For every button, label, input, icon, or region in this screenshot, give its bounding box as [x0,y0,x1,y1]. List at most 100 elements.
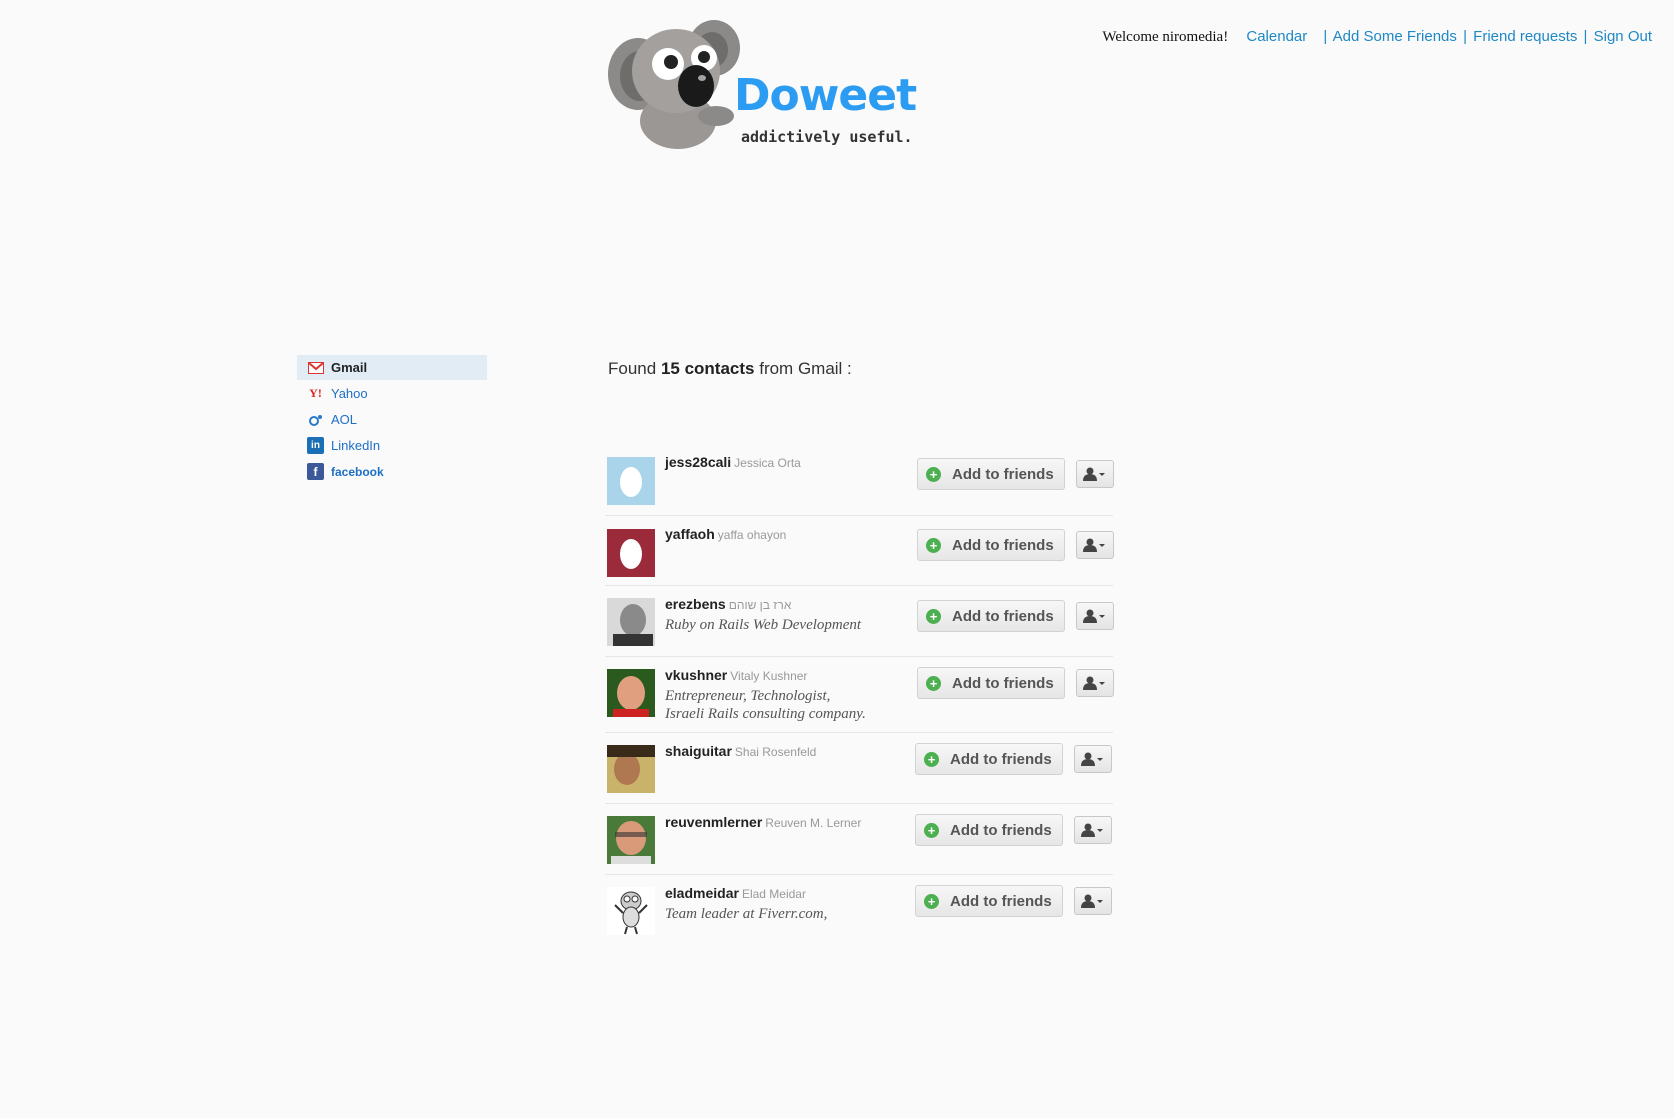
contact-real-name: Elad Meidar [741,887,806,901]
contact-menu-button[interactable] [1076,460,1114,488]
sidebar-item-label: AOL [331,412,358,427]
nav-separator: | [1583,28,1588,45]
sidebar-item-facebook[interactable]: f facebook [297,459,487,484]
contact-info: vkushner Vitaly Kushner Entrepreneur, Tec… [665,667,905,723]
contact-real-name: Reuven M. Lerner [765,816,862,830]
contact-info: shaiguitar Shai Rosenfeld [665,743,905,761]
contact-menu-button[interactable] [1074,745,1112,773]
contact-username[interactable]: jess28cali [665,454,731,470]
contact-bio: Ruby on Rails Web Development [665,617,862,633]
contact-row: reuvenmlerner Reuven M. Lerner + Add to f… [605,804,1113,875]
user-dropdown-icon [1081,894,1103,908]
add-to-friends-button[interactable]: + Add to friends [917,458,1065,490]
user-dropdown-icon [1081,823,1103,837]
yahoo-icon: Y! [309,386,322,400]
doweet-logo[interactable]: Doweet addictively useful. [606,16,926,150]
contact-username[interactable]: vkushner [665,667,727,683]
cartoon-avatar [607,887,655,935]
contact-bio: Entrepreneur, Technologist, [665,688,831,704]
user-dropdown-icon [1083,609,1105,623]
plus-icon: + [924,822,939,838]
sidebar-item-yahoo[interactable]: Y! Yahoo [297,381,487,406]
contact-username[interactable]: reuvenmlerner [665,814,762,830]
plus-icon: + [926,537,941,553]
plus-icon: + [926,466,941,482]
add-to-friends-button[interactable]: + Add to friends [915,743,1063,775]
found-contacts-heading: Found 15 contacts from Gmail : [608,359,852,379]
add-to-friends-button[interactable]: + Add to friends [915,814,1063,846]
add-to-friends-button[interactable]: + Add to friends [917,600,1065,632]
contact-row: jess28cali Jessica Orta + Add to friends [605,448,1114,516]
found-suffix: from Gmail : [759,359,852,378]
welcome-text: Welcome niromedia! [1102,29,1229,45]
contact-info: erezbens ארז בן שוהם Ruby on Rails Web De… [665,596,905,634]
sidebar-item-label: Yahoo [331,386,368,401]
egg-avatar [607,457,655,505]
logo-wordmark: Doweet [734,70,917,121]
contact-real-name: ארז בן שוהם [728,598,792,612]
sidebar-item-label: facebook [331,464,384,479]
plus-icon: + [924,751,939,767]
contact-bio: Team leader at Fiverr.com, [665,906,828,922]
sidebar-item-aol[interactable]: AOL [297,407,487,432]
koala-mascot-icon [608,20,740,149]
contact-row: erezbens ארז בן שוהם Ruby on Rails Web De… [605,586,1114,657]
contact-username[interactable]: shaiguitar [665,743,732,759]
user-dropdown-icon [1081,752,1103,766]
contact-menu-button[interactable] [1076,669,1114,697]
contact-menu-button[interactable] [1074,887,1112,915]
contact-info: yaffaoh yaffa ohayon [665,526,905,544]
add-button-label: Add to friends [952,465,1054,483]
sidebar-item-label: Gmail [331,360,368,375]
contact-info: reuvenmlerner Reuven M. Lerner [665,814,905,832]
contact-count: 15 contacts [660,359,755,378]
contact-username[interactable]: yaffaoh [665,526,715,542]
add-button-label: Add to friends [950,892,1052,910]
sign-out-link[interactable]: Sign Out [1594,28,1652,45]
contact-username[interactable]: eladmeidar [665,885,739,901]
contact-row: yaffaoh yaffa ohayon + Add to friends [605,516,1114,586]
add-button-label: Add to friends [952,536,1054,554]
contact-username[interactable]: erezbens [665,596,726,612]
add-to-friends-button[interactable]: + Add to friends [917,667,1065,699]
friend-requests-link[interactable]: Friend requests [1473,28,1577,45]
contact-menu-button[interactable] [1076,531,1114,559]
photo-avatar [607,669,655,717]
sidebar-item-gmail[interactable]: Gmail [297,355,487,380]
facebook-icon: f [307,463,324,480]
photo-avatar [607,816,655,864]
add-to-friends-button[interactable]: + Add to friends [915,885,1063,917]
contact-real-name: Jessica Orta [734,456,801,470]
add-button-label: Add to friends [950,821,1052,839]
add-button-label: Add to friends [952,674,1054,692]
logo-tagline: addictively useful. [741,128,913,146]
contact-info: jess28cali Jessica Orta [665,454,905,472]
nav-separator: | [1463,28,1467,45]
add-to-friends-button[interactable]: + Add to friends [917,529,1065,561]
contact-menu-button[interactable] [1074,816,1112,844]
contact-info: eladmeidar Elad Meidar Team leader at Fiv… [665,885,905,923]
egg-avatar [607,529,655,577]
nav-separator: | [1323,28,1328,45]
contact-row: eladmeidar Elad Meidar Team leader at Fiv… [605,875,1113,941]
user-dropdown-icon [1083,538,1105,552]
contact-real-name: yaffa ohayon [717,528,787,542]
user-dropdown-icon [1083,467,1105,481]
plus-icon: + [926,608,941,624]
linkedin-icon: in [307,437,324,454]
contact-list: jess28cali Jessica Orta + Add to friends … [605,448,1114,941]
contact-real-name: Vitaly Kushner [730,669,808,683]
contact-menu-button[interactable] [1076,602,1114,630]
contact-row: vkushner Vitaly Kushner Entrepreneur, Tec… [605,657,1114,733]
plus-icon: + [926,675,941,691]
contact-row: shaiguitar Shai Rosenfeld + Add to friend… [605,733,1113,804]
calendar-link[interactable]: Calendar [1246,28,1307,45]
aol-icon [307,411,324,428]
found-prefix: Found [608,359,657,378]
sidebar-item-linkedin[interactable]: in LinkedIn [297,433,487,458]
add-some-friends-link[interactable]: Add Some Friends [1333,28,1457,45]
photo-avatar [607,598,655,646]
user-dropdown-icon [1083,676,1105,690]
sidebar-item-label: LinkedIn [331,438,381,453]
contact-bio: Israeli Rails consulting company. [665,706,866,722]
